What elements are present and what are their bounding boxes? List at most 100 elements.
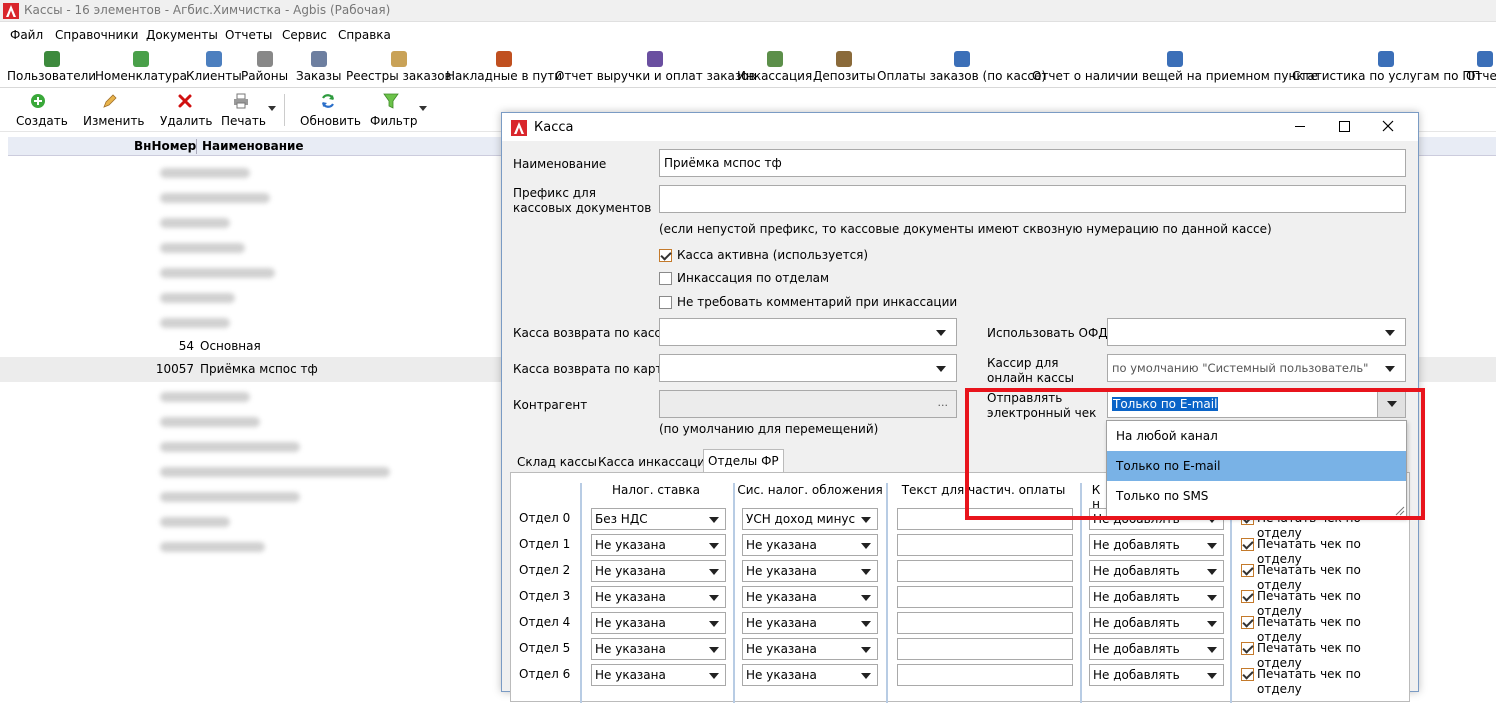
minimize-button[interactable] bbox=[1278, 113, 1322, 141]
chevron-down-icon bbox=[1207, 543, 1217, 549]
redacted-row-content bbox=[160, 467, 390, 477]
tax-system-combo[interactable]: Не указана bbox=[742, 586, 878, 608]
chevron-down-icon bbox=[709, 595, 719, 601]
tax-rate-combo[interactable]: Не указана bbox=[591, 534, 726, 556]
partial-text-input[interactable] bbox=[897, 638, 1073, 660]
redacted-row-content bbox=[160, 218, 230, 228]
column-header-name[interactable]: Наименование bbox=[202, 139, 304, 153]
counterparty-input[interactable]: ... bbox=[659, 390, 957, 418]
no-comment-checkbox[interactable] bbox=[659, 296, 672, 309]
partial-text-input[interactable] bbox=[897, 586, 1073, 608]
department-label: Отдел 6 bbox=[519, 667, 571, 681]
red-x-icon bbox=[178, 94, 192, 108]
tax-rate-value: Не указана bbox=[595, 642, 666, 656]
close-button[interactable] bbox=[1366, 113, 1410, 141]
active-checkbox[interactable] bbox=[659, 249, 672, 262]
no-comment-label: Не требовать комментарий при инкассации bbox=[677, 295, 958, 309]
delete-button[interactable]: Удалить bbox=[160, 90, 213, 130]
print-by-dept-checkbox[interactable] bbox=[1241, 538, 1254, 551]
print-button[interactable]: Печать bbox=[220, 90, 280, 130]
prefix-input[interactable] bbox=[659, 185, 1406, 213]
tax-rate-combo[interactable]: Не указана bbox=[591, 560, 726, 582]
print-by-dept-checkbox[interactable] bbox=[1241, 668, 1254, 681]
menu-reports[interactable]: Отчеты bbox=[225, 28, 272, 42]
ribbon-icon bbox=[836, 51, 853, 67]
menu-help[interactable]: Справка bbox=[338, 28, 391, 42]
filter-label: Фильтр bbox=[370, 114, 418, 128]
add-mode-combo[interactable]: Не добавлять bbox=[1089, 612, 1224, 634]
tax-system-combo[interactable]: Не указана bbox=[742, 560, 878, 582]
filter-button[interactable]: Фильтр bbox=[370, 90, 430, 130]
redacted-row-content bbox=[160, 293, 235, 303]
chevron-down-icon bbox=[861, 543, 871, 549]
add-mode-combo[interactable]: Не добавлять bbox=[1089, 586, 1224, 608]
menu-service[interactable]: Сервис bbox=[282, 28, 327, 42]
ribbon-icon bbox=[1166, 51, 1183, 67]
print-label: Печать bbox=[221, 114, 266, 128]
partial-text-input[interactable] bbox=[897, 534, 1073, 556]
partial-text-input[interactable] bbox=[897, 664, 1073, 686]
column-header-number[interactable]: ВнНомер bbox=[134, 139, 196, 153]
add-mode-combo[interactable]: Не добавлять bbox=[1089, 664, 1224, 686]
tab-warehouse[interactable]: Склад кассы bbox=[513, 453, 601, 473]
tax-system-column-header: Сис. налог. обложения bbox=[737, 483, 883, 497]
add-mode-combo[interactable]: Не добавлять bbox=[1089, 534, 1224, 556]
tax-system-value: Не указана bbox=[746, 538, 817, 552]
redacted-row-content bbox=[160, 442, 300, 452]
tax-system-combo[interactable]: Не указана bbox=[742, 638, 878, 660]
partial-text-input[interactable] bbox=[897, 612, 1073, 634]
tax-system-value: Не указана bbox=[746, 590, 817, 604]
return-card-combo[interactable] bbox=[659, 354, 957, 382]
edit-button[interactable]: Изменить bbox=[82, 90, 145, 130]
print-by-dept-checkbox[interactable] bbox=[1241, 590, 1254, 603]
row-number: 10057 bbox=[155, 362, 194, 376]
tab-collection[interactable]: Касса инкассации bbox=[594, 453, 717, 473]
tax-rate-combo[interactable]: Без НДС bbox=[591, 508, 726, 530]
chevron-down-icon bbox=[1207, 647, 1217, 653]
cashier-combo[interactable]: по умолчанию "Системный пользователь" bbox=[1107, 354, 1406, 382]
add-mode-combo[interactable]: Не добавлять bbox=[1089, 638, 1224, 660]
tax-system-combo[interactable]: Не указана bbox=[742, 664, 878, 686]
chevron-down-icon bbox=[1385, 366, 1395, 372]
tax-system-combo[interactable]: Не указана bbox=[742, 534, 878, 556]
print-by-dept-checkbox[interactable] bbox=[1241, 642, 1254, 655]
menu-documents[interactable]: Документы bbox=[146, 28, 218, 42]
printer-icon bbox=[234, 93, 248, 109]
tax-rate-value: Без НДС bbox=[595, 512, 648, 526]
maximize-icon bbox=[1339, 121, 1350, 132]
ribbon-toolbar: Пользователи Номенклатура Клиенты Районы Зак… bbox=[0, 48, 1496, 88]
return-cash-combo[interactable] bbox=[659, 318, 957, 346]
chevron-down-icon bbox=[709, 569, 719, 575]
tab-departments[interactable]: Отделы ФР bbox=[703, 449, 784, 473]
tax-rate-combo[interactable]: Не указана bbox=[591, 664, 726, 686]
add-mode-combo[interactable]: Не добавлять bbox=[1089, 560, 1224, 582]
create-label: Создать bbox=[16, 114, 68, 128]
print-dropdown-icon[interactable] bbox=[268, 106, 276, 111]
plus-circle-icon bbox=[31, 94, 45, 108]
tax-system-combo[interactable]: Не указана bbox=[742, 612, 878, 634]
maximize-button[interactable] bbox=[1322, 113, 1366, 141]
print-by-dept-checkbox[interactable] bbox=[1241, 564, 1254, 577]
menu-directories[interactable]: Справочники bbox=[55, 28, 138, 42]
ofd-combo[interactable] bbox=[1107, 318, 1406, 346]
tax-system-combo[interactable]: УСН доход минус расход bbox=[742, 508, 878, 530]
tax-rate-combo[interactable]: Не указана bbox=[591, 586, 726, 608]
tax-rate-combo[interactable]: Не указана bbox=[591, 638, 726, 660]
chevron-down-icon bbox=[1385, 330, 1395, 336]
tax-rate-combo[interactable]: Не указана bbox=[591, 612, 726, 634]
funnel-icon bbox=[383, 93, 399, 109]
tax-rate-value: Не указана bbox=[595, 564, 666, 578]
refresh-button[interactable]: Обновить bbox=[300, 90, 361, 130]
print-by-dept-checkbox[interactable] bbox=[1241, 616, 1254, 629]
filter-dropdown-icon[interactable] bbox=[419, 106, 427, 111]
partial-text-input[interactable] bbox=[897, 560, 1073, 582]
redacted-row-content bbox=[160, 492, 300, 502]
tax-system-value: Не указана bbox=[746, 616, 817, 630]
refresh-icon bbox=[321, 94, 335, 108]
dept-collection-checkbox[interactable] bbox=[659, 272, 672, 285]
counterparty-browse-button[interactable]: ... bbox=[938, 396, 949, 409]
tax-system-value: УСН доход минус расход bbox=[746, 512, 857, 526]
name-input[interactable]: Приёмка мспос тф bbox=[659, 149, 1406, 177]
menu-file[interactable]: Файл bbox=[10, 28, 43, 42]
create-button[interactable]: Создать bbox=[14, 90, 68, 130]
